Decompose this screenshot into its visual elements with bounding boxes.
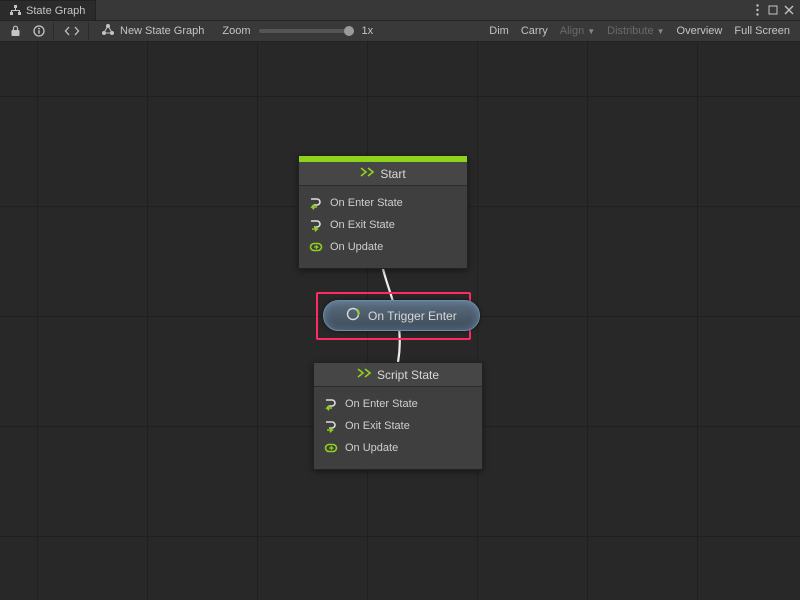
event-exit-icon: [324, 419, 338, 433]
event-row-on-update[interactable]: On Update: [309, 236, 457, 258]
window: State Graph New State Gr: [0, 0, 800, 600]
event-row-on-update[interactable]: On Update: [324, 437, 472, 459]
zoom-control: Zoom 1x: [222, 25, 373, 37]
fullscreen-button[interactable]: Full Screen: [728, 22, 796, 40]
grid-line: [37, 42, 38, 600]
breadcrumb-new-state-graph[interactable]: New State Graph: [93, 23, 212, 40]
info-icon[interactable]: [27, 22, 54, 40]
breadcrumb-label: New State Graph: [120, 25, 204, 37]
trigger-icon: [346, 307, 360, 324]
node-header[interactable]: Script State: [314, 363, 482, 387]
distribute-dropdown[interactable]: Distribute▼: [601, 22, 670, 40]
event-exit-icon: [309, 218, 323, 232]
titlebar-controls: [750, 0, 800, 20]
event-update-icon: [324, 441, 338, 455]
grid-line: [0, 96, 800, 97]
close-icon[interactable]: [782, 3, 796, 17]
kebab-menu-icon[interactable]: [750, 3, 764, 17]
node-title: Start: [380, 167, 405, 181]
event-row-on-enter[interactable]: On Enter State: [309, 192, 457, 214]
event-row-on-exit[interactable]: On Exit State: [309, 214, 457, 236]
grid-line: [257, 42, 258, 600]
toolbar: New State Graph Zoom 1x Dim Carry Align▼…: [0, 20, 800, 42]
event-enter-icon: [309, 196, 323, 210]
zoom-slider[interactable]: [259, 29, 354, 33]
graph-hierarchy-icon: [10, 5, 21, 16]
zoom-slider-knob[interactable]: [344, 26, 354, 36]
event-update-icon: [309, 240, 323, 254]
event-enter-icon: [324, 397, 338, 411]
tab-label: State Graph: [26, 5, 85, 17]
node-body: On Enter State On Exit State On Update: [314, 387, 482, 469]
dim-button[interactable]: Dim: [483, 22, 515, 40]
event-row-on-exit[interactable]: On Exit State: [324, 415, 472, 437]
title-bar: State Graph: [0, 0, 800, 20]
grid-line: [147, 42, 148, 600]
align-dropdown[interactable]: Align▼: [554, 22, 601, 40]
zoom-value: 1x: [362, 25, 374, 37]
maximize-icon[interactable]: [766, 3, 780, 17]
node-header[interactable]: Start: [299, 162, 467, 186]
carry-button[interactable]: Carry: [515, 22, 554, 40]
node-body: On Enter State On Exit State On Update: [299, 186, 467, 268]
state-graph-icon: [101, 23, 115, 40]
tab-state-graph[interactable]: State Graph: [0, 0, 96, 20]
graph-canvas[interactable]: Start On Enter State On Exit State On Up…: [0, 42, 800, 600]
grid-line: [697, 42, 698, 600]
node-title: Script State: [377, 368, 439, 382]
overview-button[interactable]: Overview: [671, 22, 729, 40]
chevron-down-icon: ▼: [657, 27, 665, 36]
event-row-on-enter[interactable]: On Enter State: [324, 393, 472, 415]
grid-line: [0, 536, 800, 537]
zoom-label: Zoom: [222, 25, 250, 37]
node-start[interactable]: Start On Enter State On Exit State On Up…: [298, 155, 468, 269]
node-script-state[interactable]: Script State On Enter State On Exit Stat…: [313, 362, 483, 470]
grid-line: [587, 42, 588, 600]
transition-node[interactable]: On Trigger Enter: [323, 300, 480, 331]
chevron-down-icon: ▼: [587, 27, 595, 36]
code-brackets-icon[interactable]: [58, 22, 89, 40]
transition-label: On Trigger Enter: [368, 309, 457, 323]
lock-icon[interactable]: [4, 22, 27, 40]
state-icon: [357, 367, 371, 382]
state-icon: [360, 166, 374, 181]
